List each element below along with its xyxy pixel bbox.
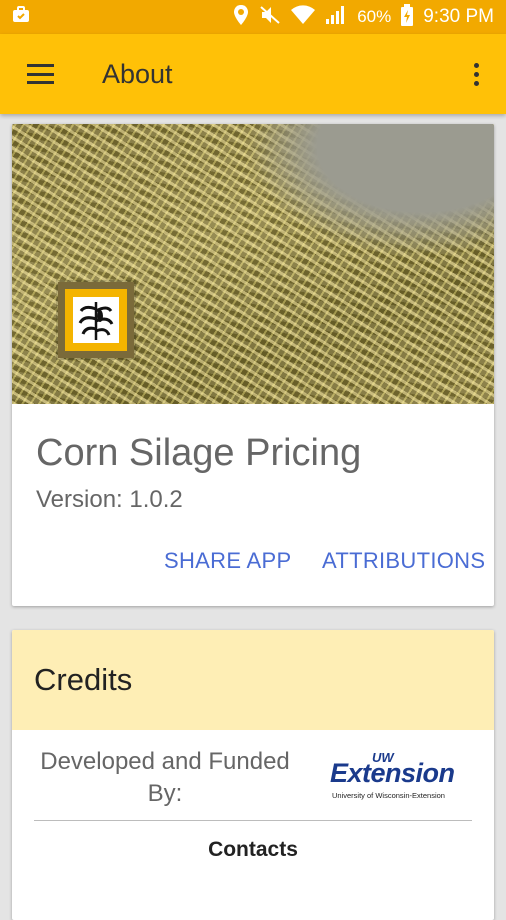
developer-row: Developed and Funded By: UW Extension Un…: [12, 730, 494, 818]
developed-by-label: Developed and Funded By:: [40, 748, 290, 807]
clock: 9:30 PM: [423, 6, 494, 27]
credits-title: Credits: [34, 662, 133, 697]
credits-header: Credits: [12, 630, 494, 730]
app-icon: [58, 282, 134, 358]
status-bar: 60% 9:30 PM: [0, 0, 506, 34]
app-version: Version: 1.0.2: [36, 486, 183, 513]
page-title: About: [102, 58, 173, 89]
hamburger-menu-icon: [26, 64, 54, 84]
divider: [34, 820, 472, 821]
corn-plant-icon: [78, 302, 114, 340]
logo-extension-text: Extension: [330, 758, 455, 788]
app-bar: About: [0, 34, 506, 114]
more-vert-icon[interactable]: [446, 34, 506, 114]
attributions-button[interactable]: ATTRIBUTIONS: [322, 548, 485, 574]
wifi-icon: [291, 4, 316, 30]
about-card: Corn Silage Pricing Version: 1.0.2 SHARE…: [12, 124, 494, 606]
hero-image-silage: [12, 124, 494, 404]
contacts-heading: Contacts: [208, 838, 298, 861]
share-app-button[interactable]: SHARE APP: [164, 548, 291, 574]
battery-percent: 60%: [357, 7, 392, 26]
battery-icon: [401, 3, 414, 31]
location-icon: [233, 4, 249, 31]
card-actions: SHARE APP ATTRIBUTIONS: [12, 548, 494, 588]
menu-button[interactable]: [0, 34, 80, 114]
uw-extension-logo: UW Extension University of Wisconsin-Ext…: [328, 750, 478, 802]
logo-subtitle: University of Wisconsin-Extension: [332, 791, 445, 800]
briefcase-icon: [12, 5, 30, 29]
mute-icon: [259, 5, 281, 30]
signal-icon: [325, 5, 347, 30]
credits-card: Credits Developed and Funded By: UW Exte…: [12, 630, 494, 920]
app-name: Corn Silage Pricing: [36, 432, 362, 474]
